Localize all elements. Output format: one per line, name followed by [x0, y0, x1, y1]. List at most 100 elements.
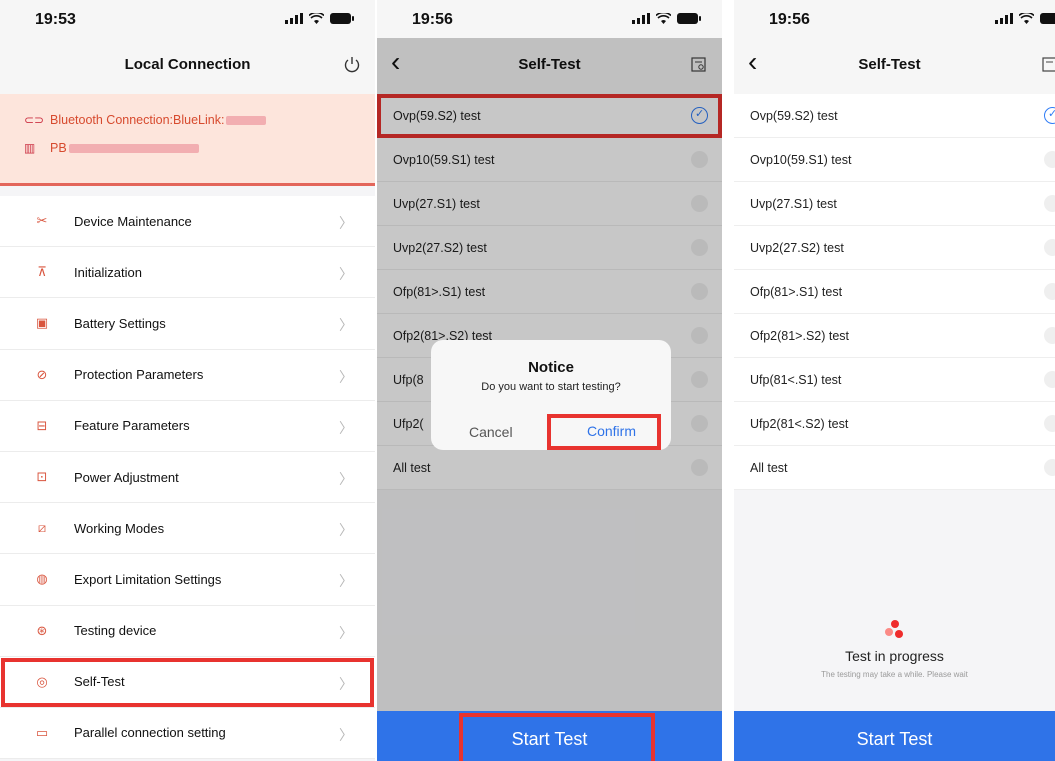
- init-icon: ⊼: [37, 264, 47, 280]
- cancel-button[interactable]: Cancel: [469, 424, 513, 440]
- bluetooth-row: ⊂⊃ Bluetooth Connection:BlueLink:: [24, 106, 375, 134]
- menu-label: Export Limitation Settings: [74, 571, 222, 587]
- chevron-right-icon: 〉: [339, 470, 353, 487]
- working-modes-icon: ⧄: [37, 520, 47, 536]
- menu-item-export-limitation[interactable]: ◍ Export Limitation Settings 〉: [0, 554, 375, 606]
- menu-label: Initialization: [74, 264, 142, 280]
- chevron-right-icon: 〉: [339, 573, 353, 590]
- wrench-icon: ✂: [36, 213, 48, 229]
- test-label: Ofp2(81>.S2) test: [750, 328, 850, 343]
- connection-info: ⊂⊃ Bluetooth Connection:BlueLink: ▥ PB: [0, 94, 375, 186]
- menu-label: Protection Parameters: [74, 367, 204, 383]
- nav-bar: ‹ Self-Test: [734, 38, 1055, 94]
- testing-icon: ⊛: [36, 622, 48, 638]
- chevron-right-icon: 〉: [339, 419, 353, 436]
- progress-title: Test in progress: [845, 648, 944, 664]
- test-item[interactable]: Uvp2(27.S2) test: [734, 226, 1055, 270]
- status-bar: 19:56: [734, 0, 1055, 38]
- radio-icon[interactable]: [1044, 371, 1055, 388]
- link-icon: ⊂⊃: [24, 113, 45, 127]
- wifi-icon: [656, 13, 671, 24]
- page-title: Local Connection: [124, 56, 251, 73]
- menu-item-device-maintenance[interactable]: ✂ Device Maintenance 〉: [0, 196, 375, 248]
- highlight-box: [547, 414, 661, 450]
- device-label: PB: [50, 141, 67, 155]
- menu-item-parallel-connection[interactable]: ▭ Parallel connection setting 〉: [0, 707, 375, 760]
- radio-icon[interactable]: [1044, 459, 1055, 476]
- menu-label: Self-Test: [74, 674, 125, 690]
- progress-indicator: Test in progress The testing may take a …: [734, 620, 1055, 679]
- power-icon[interactable]: [343, 56, 361, 74]
- power-adjust-icon: ⊡: [36, 469, 48, 485]
- menu-item-initialization[interactable]: ⊼ Initialization 〉: [0, 247, 375, 299]
- barcode-icon: ▥: [24, 141, 36, 155]
- radio-icon[interactable]: [1044, 195, 1055, 212]
- settings-menu: ✂ Device Maintenance 〉 ⊼ Initialization …: [0, 196, 375, 760]
- loading-icon: [884, 620, 905, 640]
- menu-label: Testing device: [74, 623, 157, 639]
- test-label: Ufp(81<.S1) test: [750, 372, 842, 387]
- menu-label: Battery Settings: [74, 315, 166, 331]
- start-test-button[interactable]: Start Test: [734, 711, 1055, 761]
- test-item[interactable]: Uvp(27.S1) test: [734, 182, 1055, 226]
- start-test-button[interactable]: Start Test: [377, 711, 722, 761]
- report-icon[interactable]: [1041, 56, 1055, 74]
- nav-bar: Local Connection: [0, 38, 375, 94]
- start-test-label: Start Test: [856, 729, 933, 749]
- test-label: Ufp2(81<.S2) test: [750, 416, 849, 431]
- battery-status-icon: [1040, 13, 1055, 24]
- signal-icon: [995, 13, 1013, 24]
- radio-icon[interactable]: [1044, 327, 1055, 344]
- device-row: ▥ PB: [24, 134, 375, 162]
- status-icons: [285, 13, 354, 24]
- radio-icon[interactable]: [1044, 415, 1055, 432]
- radio-icon[interactable]: [1044, 283, 1055, 300]
- menu-label: Device Maintenance: [74, 213, 192, 229]
- radio-icon[interactable]: [1044, 151, 1055, 168]
- page-title: Self-Test: [858, 56, 921, 73]
- battery-status-icon: [330, 13, 354, 24]
- screenshots-row: 19:53 Local Connection ⊂⊃ Bluetooth Conn…: [0, 0, 1055, 761]
- battery-icon: ▣: [35, 315, 49, 331]
- radio-checked-icon[interactable]: [1044, 107, 1055, 124]
- test-item[interactable]: Ufp(81<.S1) test: [734, 358, 1055, 402]
- chevron-right-icon: 〉: [339, 317, 353, 334]
- notice-dialog: Notice Do you want to start testing? Can…: [431, 340, 671, 450]
- self-test-progress-screen: 19:56 ‹ Self-Test Ovp(59.S2) test Ovp10(…: [734, 0, 1055, 761]
- test-label: Uvp(27.S1) test: [750, 196, 837, 211]
- test-item[interactable]: Ufp2(81<.S2) test: [734, 402, 1055, 446]
- menu-item-working-modes[interactable]: ⧄ Working Modes 〉: [0, 503, 375, 555]
- export-limit-icon: ◍: [36, 571, 48, 587]
- status-time: 19:53: [35, 11, 76, 28]
- chevron-right-icon: 〉: [339, 624, 353, 641]
- test-item[interactable]: Ofp2(81>.S2) test: [734, 314, 1055, 358]
- menu-item-protection-parameters[interactable]: ⊘ Protection Parameters 〉: [0, 349, 375, 401]
- self-test-confirm-screen: 19:56 ‹ Self-Test Ovp(59.S2) test Ovp10(…: [377, 0, 722, 761]
- chevron-right-icon: 〉: [339, 215, 353, 231]
- menu-item-feature-parameters[interactable]: ⊟ Feature Parameters 〉: [0, 400, 375, 452]
- test-item[interactable]: Ovp(59.S2) test: [734, 94, 1055, 138]
- status-bar: 19:53: [0, 0, 375, 38]
- menu-item-self-test[interactable]: ◎ Self-Test 〉: [0, 656, 375, 708]
- menu-item-testing-device[interactable]: ⊛ Testing device 〉: [0, 605, 375, 657]
- bluetooth-label: Bluetooth Connection:BlueLink:: [50, 113, 225, 127]
- test-list: Ovp(59.S2) test Ovp10(59.S1) test Uvp(27…: [734, 94, 1055, 490]
- menu-label: Working Modes: [74, 520, 165, 536]
- test-label: Ovp10(59.S1) test: [750, 152, 852, 167]
- test-item[interactable]: Ovp10(59.S1) test: [734, 138, 1055, 182]
- test-item[interactable]: All test: [734, 446, 1055, 490]
- parallel-icon: ▭: [35, 724, 49, 740]
- feature-icon: ⊟: [36, 417, 48, 433]
- redacted-text: [68, 143, 199, 153]
- status-time: 19:56: [769, 11, 810, 28]
- test-item[interactable]: Ofp(81>.S1) test: [734, 270, 1055, 314]
- chevron-right-icon: 〉: [339, 368, 353, 385]
- radio-icon[interactable]: [1044, 239, 1055, 256]
- status-bar: 19:56: [377, 0, 722, 38]
- menu-item-power-adjustment[interactable]: ⊡ Power Adjustment 〉: [0, 451, 375, 504]
- protection-icon: ⊘: [36, 366, 48, 382]
- dialog-message: Do you want to start testing?: [481, 381, 621, 393]
- wifi-icon: [309, 13, 324, 24]
- progress-subtitle: The testing may take a while. Please wai…: [821, 670, 968, 679]
- menu-item-battery-settings[interactable]: ▣ Battery Settings 〉: [0, 298, 375, 350]
